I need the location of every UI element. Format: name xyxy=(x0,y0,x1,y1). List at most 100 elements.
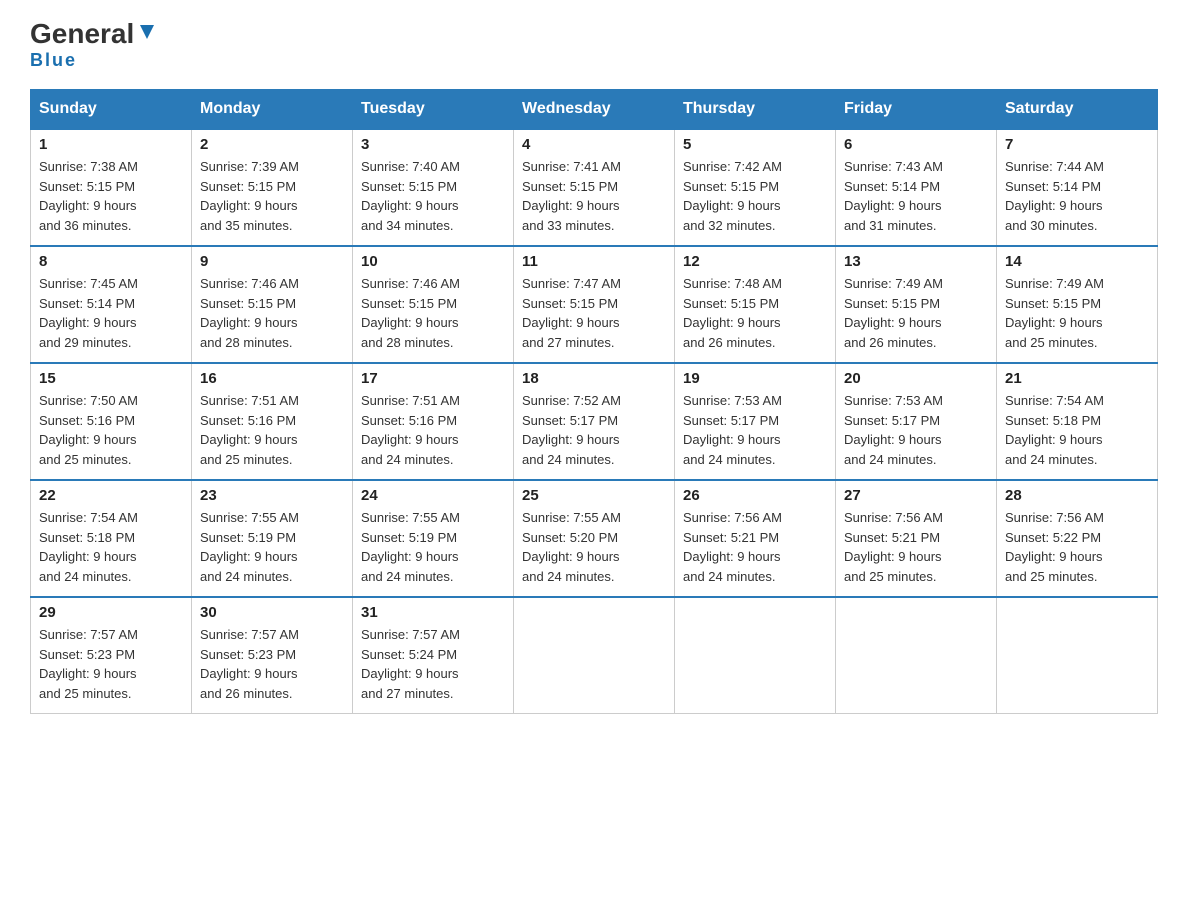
day-info: Sunrise: 7:56 AMSunset: 5:22 PMDaylight:… xyxy=(1005,508,1149,586)
calendar-cell-4-1: 30 Sunrise: 7:57 AMSunset: 5:23 PMDayligh… xyxy=(192,597,353,714)
day-number: 1 xyxy=(39,136,183,153)
day-info: Sunrise: 7:57 AMSunset: 5:23 PMDaylight:… xyxy=(39,625,183,703)
calendar-cell-1-4: 12Sunrise: 7:48 AMSunset: 5:15 PMDayligh… xyxy=(675,246,836,363)
calendar-week-row-4: 22 Sunrise: 7:54 AMSunset: 5:18 PMDayligh… xyxy=(31,480,1158,597)
day-number: 12 xyxy=(683,253,827,270)
calendar-cell-3-2: 24 Sunrise: 7:55 AMSunset: 5:19 PMDayligh… xyxy=(353,480,514,597)
calendar-cell-3-5: 27 Sunrise: 7:56 AMSunset: 5:21 PMDayligh… xyxy=(836,480,997,597)
calendar-cell-1-3: 11 Sunrise: 7:47 AMSunset: 5:15 PMDayligh… xyxy=(514,246,675,363)
day-number: 6 xyxy=(844,136,988,153)
calendar-cell-3-4: 26Sunrise: 7:56 AMSunset: 5:21 PMDayligh… xyxy=(675,480,836,597)
day-number: 4 xyxy=(522,136,666,153)
day-number: 18 xyxy=(522,370,666,387)
calendar-cell-2-2: 17Sunrise: 7:51 AMSunset: 5:16 PMDayligh… xyxy=(353,363,514,480)
calendar-cell-0-4: 5 Sunrise: 7:42 AMSunset: 5:15 PMDaylight… xyxy=(675,129,836,246)
day-info: Sunrise: 7:47 AMSunset: 5:15 PMDaylight:… xyxy=(522,274,666,352)
day-number: 24 xyxy=(361,487,505,504)
calendar-cell-1-0: 8 Sunrise: 7:45 AMSunset: 5:14 PMDaylight… xyxy=(31,246,192,363)
day-number: 20 xyxy=(844,370,988,387)
calendar-cell-0-1: 2 Sunrise: 7:39 AMSunset: 5:15 PMDaylight… xyxy=(192,129,353,246)
calendar-cell-1-1: 9Sunrise: 7:46 AMSunset: 5:15 PMDaylight… xyxy=(192,246,353,363)
calendar-cell-4-2: 31 Sunrise: 7:57 AMSunset: 5:24 PMDayligh… xyxy=(353,597,514,714)
day-number: 19 xyxy=(683,370,827,387)
calendar-cell-0-6: 7 Sunrise: 7:44 AMSunset: 5:14 PMDaylight… xyxy=(997,129,1158,246)
day-info: Sunrise: 7:52 AMSunset: 5:17 PMDaylight:… xyxy=(522,391,666,469)
calendar-week-row-1: 1 Sunrise: 7:38 AMSunset: 5:15 PMDaylight… xyxy=(31,129,1158,246)
day-number: 27 xyxy=(844,487,988,504)
calendar-cell-3-3: 25Sunrise: 7:55 AMSunset: 5:20 PMDayligh… xyxy=(514,480,675,597)
day-info: Sunrise: 7:50 AMSunset: 5:16 PMDaylight:… xyxy=(39,391,183,469)
calendar-cell-3-6: 28 Sunrise: 7:56 AMSunset: 5:22 PMDayligh… xyxy=(997,480,1158,597)
day-number: 21 xyxy=(1005,370,1149,387)
day-number: 11 xyxy=(522,253,666,270)
weekday-header-thursday: Thursday xyxy=(675,90,836,130)
day-info: Sunrise: 7:56 AMSunset: 5:21 PMDaylight:… xyxy=(683,508,827,586)
day-info: Sunrise: 7:53 AMSunset: 5:17 PMDaylight:… xyxy=(844,391,988,469)
day-info: Sunrise: 7:44 AMSunset: 5:14 PMDaylight:… xyxy=(1005,157,1149,235)
logo-blue-text: Blue xyxy=(30,50,77,71)
day-number: 16 xyxy=(200,370,344,387)
day-info: Sunrise: 7:51 AMSunset: 5:16 PMDaylight:… xyxy=(200,391,344,469)
day-number: 7 xyxy=(1005,136,1149,153)
day-info: Sunrise: 7:56 AMSunset: 5:21 PMDaylight:… xyxy=(844,508,988,586)
day-number: 30 xyxy=(200,604,344,621)
calendar-table: SundayMondayTuesdayWednesdayThursdayFrid… xyxy=(30,89,1158,714)
calendar-cell-1-2: 10Sunrise: 7:46 AMSunset: 5:15 PMDayligh… xyxy=(353,246,514,363)
calendar-cell-4-5 xyxy=(836,597,997,714)
calendar-week-row-5: 29 Sunrise: 7:57 AMSunset: 5:23 PMDayligh… xyxy=(31,597,1158,714)
day-number: 22 xyxy=(39,487,183,504)
day-info: Sunrise: 7:49 AMSunset: 5:15 PMDaylight:… xyxy=(844,274,988,352)
weekday-header-saturday: Saturday xyxy=(997,90,1158,130)
day-info: Sunrise: 7:55 AMSunset: 5:19 PMDaylight:… xyxy=(200,508,344,586)
calendar-cell-4-4 xyxy=(675,597,836,714)
day-number: 28 xyxy=(1005,487,1149,504)
day-info: Sunrise: 7:45 AMSunset: 5:14 PMDaylight:… xyxy=(39,274,183,352)
calendar-cell-0-2: 3Sunrise: 7:40 AMSunset: 5:15 PMDaylight… xyxy=(353,129,514,246)
day-info: Sunrise: 7:51 AMSunset: 5:16 PMDaylight:… xyxy=(361,391,505,469)
day-info: Sunrise: 7:43 AMSunset: 5:14 PMDaylight:… xyxy=(844,157,988,235)
day-info: Sunrise: 7:57 AMSunset: 5:24 PMDaylight:… xyxy=(361,625,505,703)
weekday-header-wednesday: Wednesday xyxy=(514,90,675,130)
calendar-cell-0-0: 1 Sunrise: 7:38 AMSunset: 5:15 PMDaylight… xyxy=(31,129,192,246)
day-number: 9 xyxy=(200,253,344,270)
day-info: Sunrise: 7:54 AMSunset: 5:18 PMDaylight:… xyxy=(39,508,183,586)
calendar-cell-2-3: 18 Sunrise: 7:52 AMSunset: 5:17 PMDayligh… xyxy=(514,363,675,480)
calendar-header: SundayMondayTuesdayWednesdayThursdayFrid… xyxy=(31,90,1158,130)
day-number: 13 xyxy=(844,253,988,270)
calendar-cell-2-1: 16 Sunrise: 7:51 AMSunset: 5:16 PMDayligh… xyxy=(192,363,353,480)
logo: General Blue xyxy=(30,20,158,71)
logo-arrow-icon xyxy=(136,21,158,43)
day-number: 5 xyxy=(683,136,827,153)
calendar-cell-0-3: 4 Sunrise: 7:41 AMSunset: 5:15 PMDaylight… xyxy=(514,129,675,246)
weekday-header-sunday: Sunday xyxy=(31,90,192,130)
calendar-cell-3-1: 23 Sunrise: 7:55 AMSunset: 5:19 PMDayligh… xyxy=(192,480,353,597)
calendar-cell-2-5: 20 Sunrise: 7:53 AMSunset: 5:17 PMDayligh… xyxy=(836,363,997,480)
day-number: 23 xyxy=(200,487,344,504)
day-info: Sunrise: 7:57 AMSunset: 5:23 PMDaylight:… xyxy=(200,625,344,703)
day-number: 25 xyxy=(522,487,666,504)
day-info: Sunrise: 7:53 AMSunset: 5:17 PMDaylight:… xyxy=(683,391,827,469)
day-number: 8 xyxy=(39,253,183,270)
weekday-header-friday: Friday xyxy=(836,90,997,130)
calendar-cell-2-0: 15Sunrise: 7:50 AMSunset: 5:16 PMDayligh… xyxy=(31,363,192,480)
day-number: 31 xyxy=(361,604,505,621)
calendar-cell-4-3 xyxy=(514,597,675,714)
day-info: Sunrise: 7:54 AMSunset: 5:18 PMDaylight:… xyxy=(1005,391,1149,469)
day-info: Sunrise: 7:41 AMSunset: 5:15 PMDaylight:… xyxy=(522,157,666,235)
calendar-cell-3-0: 22 Sunrise: 7:54 AMSunset: 5:18 PMDayligh… xyxy=(31,480,192,597)
day-number: 2 xyxy=(200,136,344,153)
weekday-header-monday: Monday xyxy=(192,90,353,130)
page-header: General Blue xyxy=(30,20,1158,71)
calendar-cell-1-6: 14Sunrise: 7:49 AMSunset: 5:15 PMDayligh… xyxy=(997,246,1158,363)
calendar-cell-0-5: 6 Sunrise: 7:43 AMSunset: 5:14 PMDaylight… xyxy=(836,129,997,246)
weekday-header-tuesday: Tuesday xyxy=(353,90,514,130)
calendar-week-row-2: 8 Sunrise: 7:45 AMSunset: 5:14 PMDaylight… xyxy=(31,246,1158,363)
day-info: Sunrise: 7:39 AMSunset: 5:15 PMDaylight:… xyxy=(200,157,344,235)
calendar-cell-2-4: 19 Sunrise: 7:53 AMSunset: 5:17 PMDayligh… xyxy=(675,363,836,480)
day-info: Sunrise: 7:38 AMSunset: 5:15 PMDaylight:… xyxy=(39,157,183,235)
calendar-cell-2-6: 21 Sunrise: 7:54 AMSunset: 5:18 PMDayligh… xyxy=(997,363,1158,480)
day-info: Sunrise: 7:40 AMSunset: 5:15 PMDaylight:… xyxy=(361,157,505,235)
day-info: Sunrise: 7:42 AMSunset: 5:15 PMDaylight:… xyxy=(683,157,827,235)
day-info: Sunrise: 7:55 AMSunset: 5:19 PMDaylight:… xyxy=(361,508,505,586)
day-number: 29 xyxy=(39,604,183,621)
